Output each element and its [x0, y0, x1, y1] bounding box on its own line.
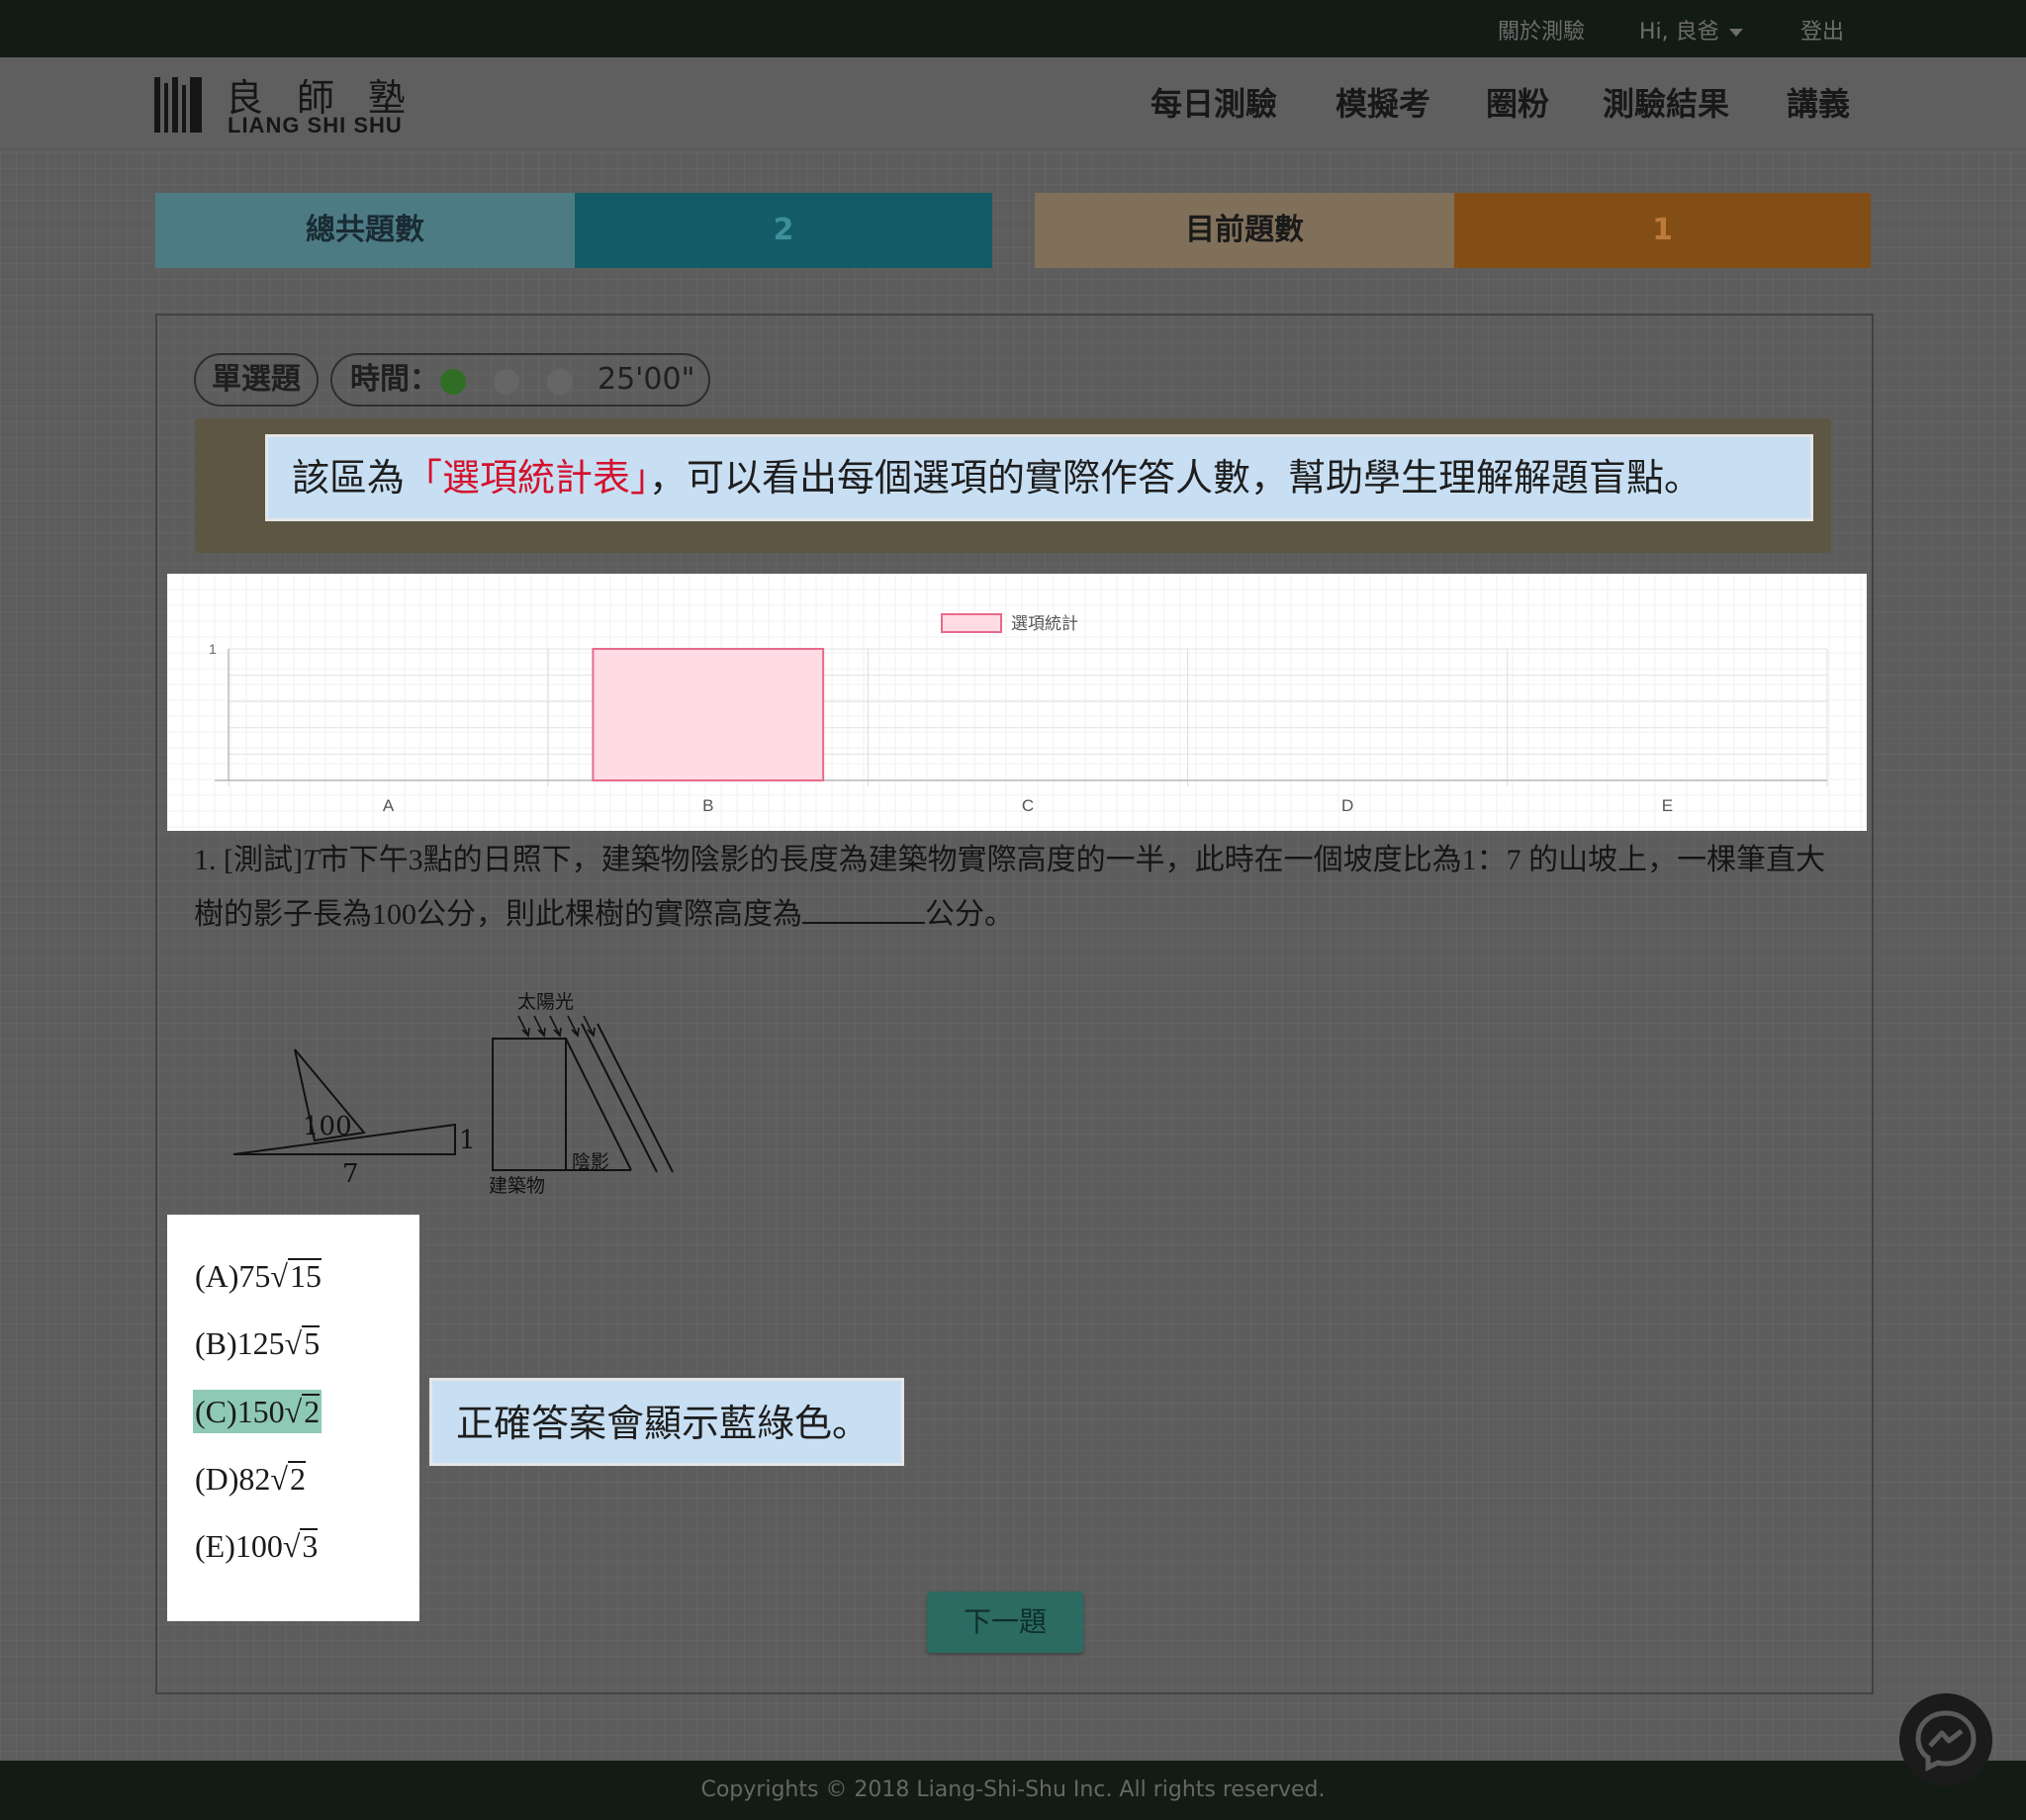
- option-c-label: (C)150: [195, 1394, 285, 1429]
- option-stats-chart-svg: 1 A B C D E 選項統計: [167, 574, 1867, 831]
- stats-callout-suffix: ，可以看出每個選項的實際作答人數，幫助學生理解解題盲點。: [649, 456, 1703, 500]
- option-a[interactable]: (A)75√15: [193, 1254, 323, 1298]
- question-text-part3: 公分。: [925, 898, 1014, 931]
- chart-x-label-d: D: [1341, 796, 1353, 815]
- logo-icon[interactable]: [154, 75, 206, 133]
- timer-dot: [494, 369, 519, 395]
- option-d-label: (D)82: [195, 1461, 271, 1497]
- answer-options: (A)75√15 (B)125√5 (C)150√2 (D)82√2 (E)10…: [167, 1215, 419, 1621]
- option-e-root: 3: [300, 1528, 319, 1564]
- current-question-value: 1: [1454, 193, 1871, 268]
- nav-test-results[interactable]: 測驗結果: [1603, 79, 1729, 125]
- nav-fans[interactable]: 圈粉: [1486, 79, 1549, 125]
- figure-label-shadow: 陰影: [572, 1151, 609, 1173]
- chart-x-label-e: E: [1662, 796, 1673, 815]
- footer: Copyrights © 2018 Liang-Shi-Shu Inc. All…: [0, 1761, 2026, 1820]
- option-c-correct[interactable]: (C)150√2: [193, 1390, 322, 1433]
- nav-daily-test[interactable]: 每日測驗: [1151, 79, 1277, 125]
- about-link[interactable]: 關於測驗: [1498, 14, 1585, 46]
- question-text-part1: [測試]: [224, 844, 303, 876]
- figure-label-7: 7: [342, 1159, 359, 1189]
- header: 良師塾 LIANG SHI SHU 每日測驗 模擬考 圈粉 測驗結果 講義: [0, 57, 2026, 149]
- chart-x-label-b: B: [702, 796, 713, 815]
- option-e-label: (E)100: [195, 1528, 283, 1564]
- option-b[interactable]: (B)125√5: [193, 1321, 322, 1365]
- chart-x-label-c: C: [1022, 796, 1034, 815]
- option-stats-chart: 1 A B C D E 選項統計: [167, 574, 1867, 831]
- option-d-root: 2: [287, 1461, 306, 1497]
- stats-callout-prefix: 該區為: [292, 456, 406, 500]
- next-question-button[interactable]: 下一題: [927, 1592, 1083, 1653]
- stats-callout-highlight: 「選項統計表」: [405, 456, 650, 500]
- option-e[interactable]: (E)100√3: [193, 1524, 320, 1568]
- messenger-chat-button[interactable]: [1899, 1693, 1992, 1786]
- option-b-root: 5: [302, 1325, 321, 1361]
- option-d[interactable]: (D)82√2: [193, 1457, 308, 1501]
- timer-label: 時間：: [350, 362, 439, 397]
- building-rect: [492, 1038, 567, 1171]
- current-question-label: 目前題數: [1035, 193, 1454, 268]
- question-figure: 100 7 1 太陽光 陰影 建築物: [232, 991, 674, 1197]
- chart-y-tick-label: 1: [209, 641, 217, 657]
- current-question-counter: 目前題數 1: [1035, 193, 1871, 268]
- user-menu[interactable]: Hi, 良爸: [1639, 14, 1743, 46]
- figure-label-100: 100: [303, 1112, 352, 1141]
- timer-dot: [547, 369, 573, 395]
- figure-label-sunlight: 太陽光: [517, 991, 574, 1013]
- timer-dot-active: [440, 369, 466, 395]
- question-italic-t: T: [302, 844, 320, 876]
- answer-blank: [802, 892, 925, 924]
- chart-x-label-a: A: [383, 796, 395, 815]
- caret-down-icon: [1728, 29, 1743, 37]
- option-a-label: (A)75: [195, 1258, 271, 1294]
- logo-text-en: LIANG SHI SHU: [228, 113, 403, 137]
- chart-legend-swatch: [941, 613, 1002, 633]
- nav-handouts[interactable]: 講義: [1787, 79, 1850, 125]
- total-questions-counter: 總共題數 2: [155, 193, 992, 268]
- stats-callout: 該區為「選項統計表」，可以看出每個選項的實際作答人數，幫助學生理解解題盲點。: [265, 434, 1813, 521]
- user-greeting: Hi, 良爸: [1639, 20, 1719, 45]
- question-type-badge: 單選題: [194, 353, 319, 407]
- timer-value: 25'00": [598, 362, 695, 397]
- figure-label-1: 1: [459, 1126, 476, 1155]
- total-questions-label: 總共題數: [155, 193, 575, 268]
- footer-copyright: Copyrights © 2018 Liang-Shi-Shu Inc. All…: [700, 1777, 1326, 1802]
- logout-link[interactable]: 登出: [1800, 14, 1844, 46]
- question-text: 1. [測試]T市下午3點的日照下，建築物陰影的長度為建築物實際高度的一半，此時…: [194, 833, 1836, 942]
- option-a-root: 15: [287, 1258, 322, 1294]
- option-b-label: (B)125: [195, 1325, 285, 1361]
- question-type-label: 單選題: [212, 362, 301, 397]
- top-bar: 關於測驗 Hi, 良爸 登出: [0, 0, 2026, 57]
- total-questions-value: 2: [575, 193, 992, 268]
- chart-bar-b: [592, 648, 825, 781]
- nav-mock-exam[interactable]: 模擬考: [1335, 79, 1430, 125]
- chart-legend-label: 選項統計: [1011, 614, 1078, 634]
- option-c-root: 2: [302, 1394, 321, 1429]
- timer-badge: 時間： 25'00": [330, 353, 710, 407]
- correct-answer-callout: 正確答案會顯示藍綠色。: [429, 1378, 904, 1466]
- figure-label-building: 建築物: [489, 1175, 545, 1197]
- question-number: 1.: [194, 844, 217, 876]
